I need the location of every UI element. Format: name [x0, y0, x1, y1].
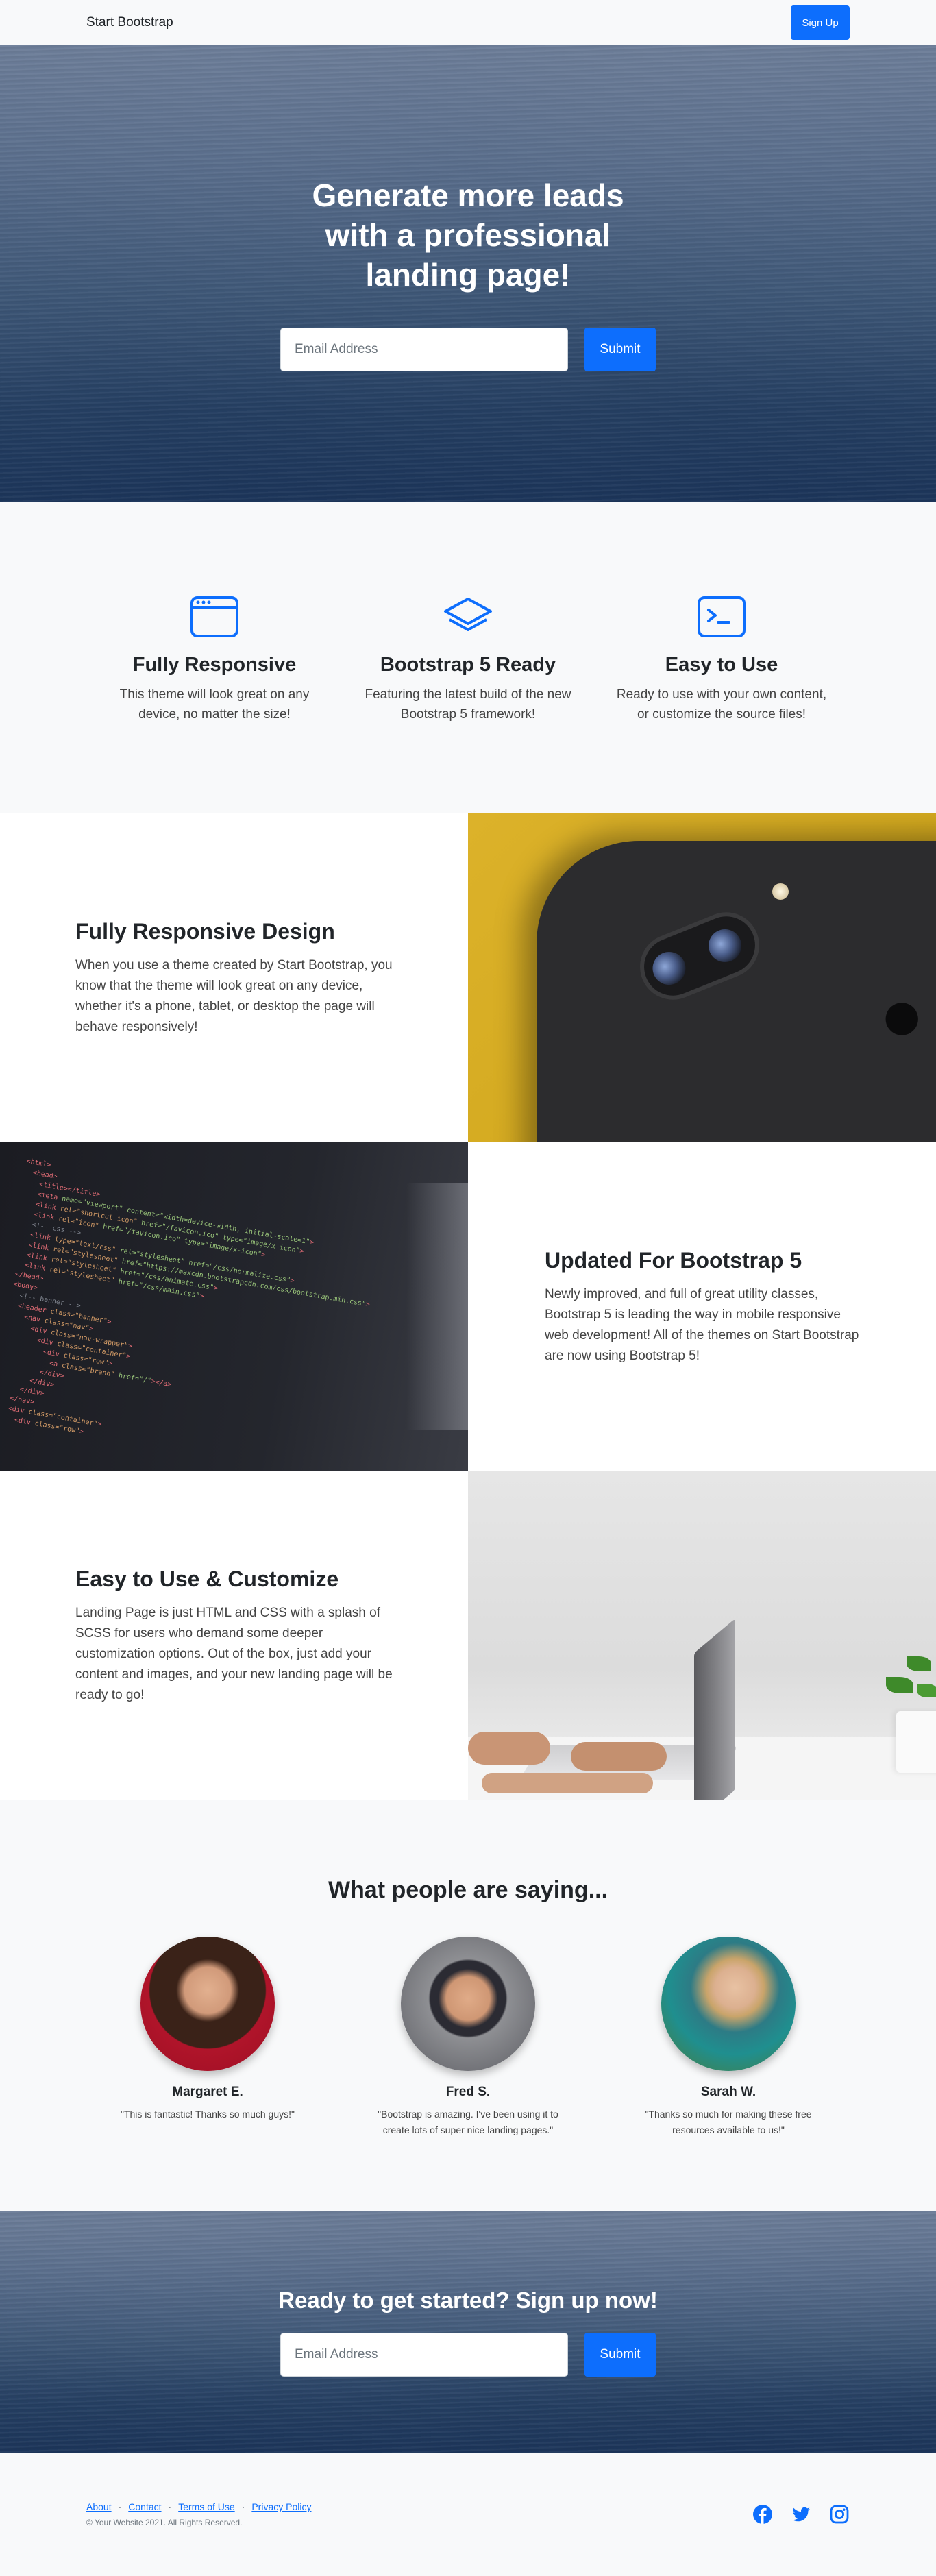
showcase-title: Updated For Bootstrap 5 — [545, 1247, 802, 1273]
showcase-text: Fully Responsive Design When you use a t… — [0, 813, 468, 1142]
testimonial-name: Margaret E. — [172, 2085, 243, 2099]
footer-link-about[interactable]: About — [86, 2501, 112, 2512]
feature-title: Fully Responsive — [132, 654, 297, 676]
showcase-text: Updated For Bootstrap 5 Newly improved, … — [468, 1142, 936, 1471]
avatar — [401, 1937, 535, 2071]
cta-signup-form: Submit — [280, 2333, 656, 2377]
feature-bootstrap: Bootstrap 5 Ready Featuring the latest b… — [341, 595, 595, 813]
avatar — [661, 1937, 796, 2071]
sign-up-button[interactable]: Sign Up — [791, 5, 850, 40]
hero-title: Generate more leads with a professional … — [312, 177, 624, 293]
footer-link-terms[interactable]: Terms of Use — [178, 2501, 234, 2512]
apple-logo-icon: ● — [879, 972, 925, 1057]
showcase-row: Fully Responsive Design When you use a t… — [0, 813, 936, 1142]
showcase-section: Fully Responsive Design When you use a t… — [0, 813, 936, 1800]
hero-submit-button[interactable]: Submit — [584, 328, 656, 371]
hero-signup-form: Submit — [280, 328, 656, 371]
code-image: <html> <head> <title></title> <meta name… — [0, 1142, 468, 1471]
testimonial-card: Margaret E. "This is fantastic! Thanks s… — [77, 1937, 338, 2138]
feature-easy: Easy to Use Ready to use with your own c… — [595, 595, 848, 813]
feature-title: Easy to Use — [665, 654, 778, 676]
brand-link[interactable]: Start Bootstrap — [86, 15, 173, 30]
twitter-icon[interactable] — [791, 2504, 811, 2525]
showcase-row: <html> <head> <title></title> <meta name… — [0, 1142, 936, 1471]
feature-text: Featuring the latest build of the new Bo… — [365, 687, 571, 722]
footer-links: About · Contact · Terms of Use · Privacy Polic… — [86, 2501, 311, 2512]
copyright-text: © Your Website 2021. All Rights Reserved… — [86, 2518, 243, 2527]
cta-heading: Ready to get started? Sign up now! — [278, 2287, 658, 2313]
testimonials-heading: What people are saying... — [328, 1877, 608, 1903]
navbar: Start Bootstrap Sign Up — [0, 0, 936, 45]
testimonials-list: Margaret E. "This is fantastic! Thanks s… — [0, 1937, 936, 2138]
instagram-icon[interactable] — [829, 2504, 850, 2525]
layers-icon — [444, 598, 492, 631]
showcase-row: Easy to Use & Customize Landing Page is … — [0, 1471, 936, 1800]
testimonial-name: Fred S. — [445, 2085, 491, 2099]
call-to-action-section: Ready to get started? Sign up now! Submi… — [0, 2211, 936, 2453]
showcase-title: Easy to Use & Customize — [75, 1566, 339, 1591]
testimonials-section: What people are saying... Margaret E. "T… — [0, 1800, 936, 2211]
features-section: Fully Responsive This theme will look gr… — [0, 502, 936, 813]
testimonial-quote: "Thanks so much for making these free re… — [645, 2109, 812, 2135]
footer-left: About · Contact · Terms of Use · Privacy Polic… — [86, 2501, 311, 2527]
terminal-icon — [698, 596, 746, 637]
footer-link-contact[interactable]: Contact — [128, 2501, 161, 2512]
feature-responsive: Fully Responsive This theme will look gr… — [88, 595, 341, 813]
cta-submit-button[interactable]: Submit — [584, 2333, 656, 2377]
showcase-title: Fully Responsive Design — [75, 918, 335, 944]
footer-separator: · — [118, 2501, 122, 2512]
testimonial-quote: "Bootstrap is amazing. I've been using i… — [378, 2109, 558, 2135]
cta-email-input[interactable] — [280, 2333, 568, 2377]
hero-email-input[interactable] — [280, 328, 568, 371]
social-links — [752, 2504, 850, 2525]
hero-section: Generate more leads with a professional … — [0, 45, 936, 502]
showcase-description: Newly improved, and full of great utilit… — [545, 1286, 859, 1363]
testimonial-card: Fred S. "Bootstrap is amazing. I've been… — [338, 1937, 598, 2138]
feature-text: Ready to use with your own content, or c… — [616, 687, 827, 722]
browser-window-icon — [190, 596, 238, 637]
avatar — [140, 1937, 275, 2071]
laptop-image — [468, 1471, 936, 1800]
feature-title: Bootstrap 5 Ready — [380, 654, 556, 676]
showcase-description: Landing Page is just HTML and CSS with a… — [75, 1605, 393, 1702]
testimonial-name: Sarah W. — [700, 2085, 756, 2099]
facebook-icon[interactable] — [752, 2504, 773, 2525]
footer-link-privacy[interactable]: Privacy Policy — [251, 2501, 311, 2512]
phone-image: ● — [468, 813, 936, 1142]
feature-text: This theme will look great on any device… — [119, 687, 310, 722]
showcase-text: Easy to Use & Customize Landing Page is … — [0, 1471, 468, 1800]
testimonial-card: Sarah W. "Thanks so much for making thes… — [598, 1937, 859, 2138]
footer-separator: · — [168, 2501, 172, 2512]
testimonial-quote: "This is fantastic! Thanks so much guys!… — [120, 2109, 295, 2120]
showcase-description: When you use a theme created by Start Bo… — [75, 957, 393, 1034]
footer-separator: · — [241, 2501, 245, 2512]
footer: About · Contact · Terms of Use · Privacy Polic… — [0, 2453, 936, 2576]
